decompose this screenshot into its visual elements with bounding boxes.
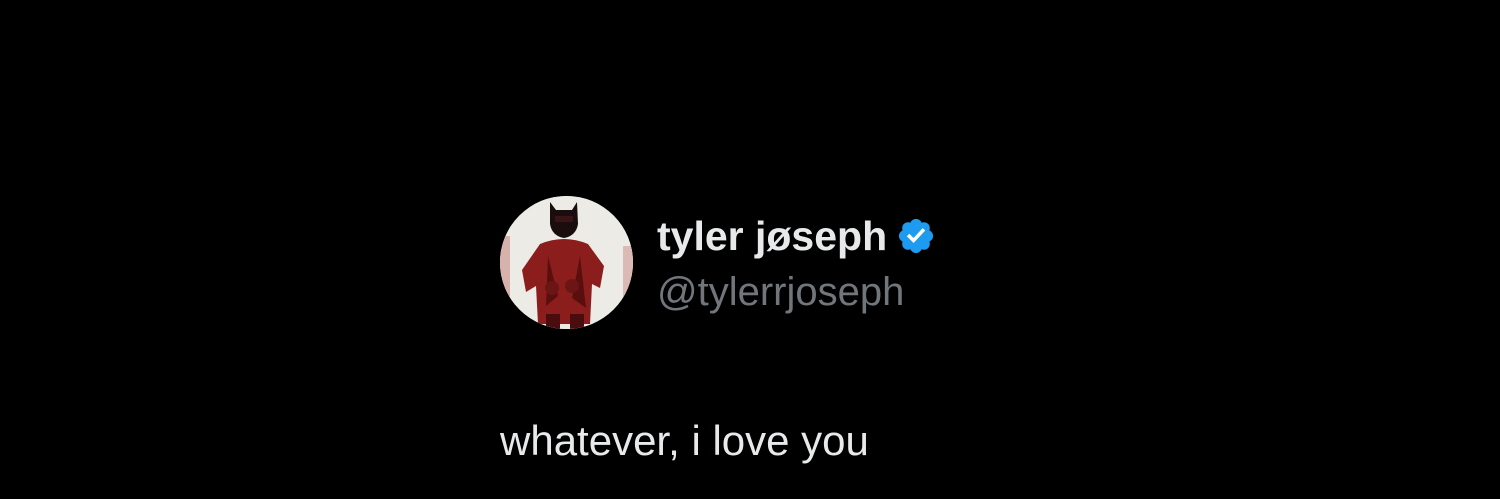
tweet-text: whatever, i love you bbox=[500, 417, 869, 464]
avatar-image bbox=[500, 196, 633, 329]
author-name-row: tyler jøseph bbox=[657, 212, 936, 260]
page: { "tweet": { "author": { "display_name":… bbox=[0, 0, 1500, 499]
author-display-name[interactable]: tyler jøseph bbox=[657, 212, 887, 260]
verified-badge-icon bbox=[896, 216, 936, 256]
tweet-card: tyler jøseph @tylerrjoseph whatever, i l… bbox=[500, 196, 1020, 486]
author-handle[interactable]: @tylerrjoseph bbox=[657, 268, 904, 316]
profile-avatar[interactable] bbox=[500, 196, 633, 329]
